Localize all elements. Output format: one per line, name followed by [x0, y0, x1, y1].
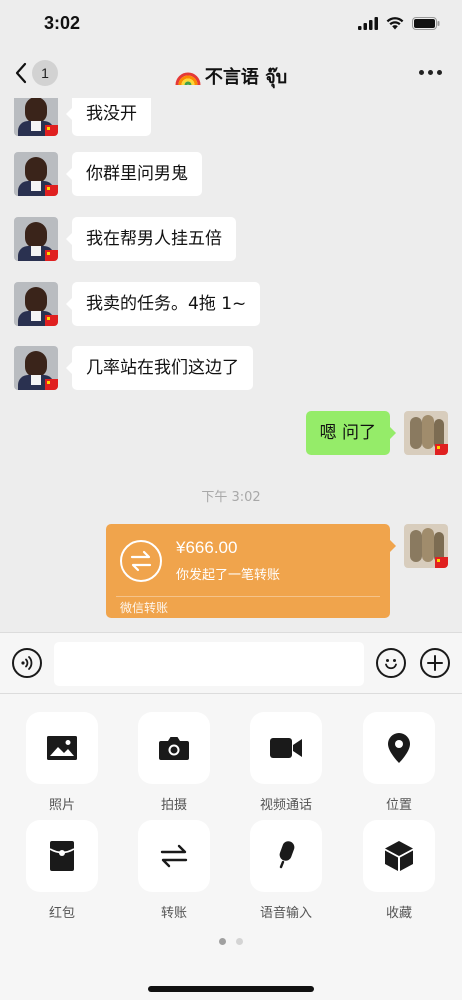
self-avatar[interactable]: [404, 411, 448, 455]
function-panel: 照片 拍摄 视频通话 位置 红包 转账 语音输入 收藏: [0, 694, 462, 1000]
page-indicator: [0, 938, 462, 945]
more-dot: [419, 70, 424, 75]
tile-video-call[interactable]: 视频通话: [236, 712, 336, 813]
tile-favorites[interactable]: 收藏: [349, 820, 449, 921]
plus-icon: [427, 655, 443, 671]
tile-voice-input[interactable]: 语音输入: [236, 820, 336, 921]
message-bubble[interactable]: 几率站在我们这边了: [66, 346, 253, 390]
image-icon: [47, 736, 77, 760]
china-flag-icon: [45, 315, 58, 326]
tile-label: 拍摄: [160, 798, 187, 813]
rainbow-icon: [175, 72, 201, 86]
china-flag-icon: [45, 250, 58, 261]
transfer-icon: [160, 844, 188, 868]
china-flag-icon: [435, 557, 448, 568]
tile-photos[interactable]: 照片: [12, 712, 112, 813]
tile-label: 语音输入: [259, 906, 312, 921]
home-indicator[interactable]: [148, 986, 314, 992]
microphone-icon: [279, 841, 295, 869]
tile-label: 转账: [160, 906, 187, 921]
status-bar: 3:02: [0, 0, 462, 50]
transfer-amount: ¥666.00: [176, 538, 238, 557]
voice-button[interactable]: [12, 648, 42, 678]
page-dot-active[interactable]: [219, 938, 226, 945]
location-icon: [388, 733, 410, 763]
transfer-description: 你发起了一笔转账: [176, 568, 281, 583]
contact-avatar[interactable]: [14, 217, 58, 261]
transfer-card[interactable]: ¥666.00 你发起了一笔转账 微信转账: [106, 524, 396, 618]
status-icons: [358, 17, 440, 30]
message-bubble[interactable]: 我卖的任务。4拖 1~: [65, 282, 261, 326]
message-input[interactable]: [54, 642, 364, 686]
signal-icon: [358, 17, 378, 30]
tile-label: 视频通话: [259, 798, 312, 813]
china-flag-icon: [435, 444, 448, 455]
contact-avatar[interactable]: [14, 152, 58, 196]
tile-label: 收藏: [385, 906, 412, 921]
china-flag-icon: [45, 379, 58, 390]
chat-title: 不言语 จุ๊บ: [0, 62, 462, 91]
message-bubble[interactable]: 你群里问男鬼: [66, 152, 202, 196]
message-bubble[interactable]: 嗯 问了: [305, 411, 397, 455]
tile-camera[interactable]: 拍摄: [124, 712, 224, 813]
voice-icon: [21, 656, 33, 670]
emoji-button[interactable]: [376, 648, 406, 678]
red-packet-icon: [49, 841, 75, 871]
message-timestamp: 下午 3:02: [201, 490, 261, 505]
wifi-icon: [386, 17, 404, 30]
battery-icon: [412, 17, 440, 30]
camera-icon: [159, 737, 189, 760]
video-call-icon: [270, 738, 302, 758]
tile-location[interactable]: 位置: [349, 712, 449, 813]
transfer-icon: [120, 540, 162, 582]
tile-label: 位置: [385, 798, 412, 813]
divider: [116, 596, 380, 597]
tile-red-packet[interactable]: 红包: [12, 820, 112, 921]
emoji-icon: [385, 659, 397, 670]
page-dot[interactable]: [236, 938, 243, 945]
more-dot: [428, 70, 433, 75]
more-options-button[interactable]: [419, 70, 442, 75]
input-bar: [0, 632, 462, 694]
tile-transfer[interactable]: 转账: [124, 820, 224, 921]
transfer-footer: 微信转账: [120, 601, 169, 615]
status-time: 3:02: [44, 13, 81, 33]
nav-bar: 1 不言语 จุ๊บ: [0, 50, 462, 98]
chat-messages[interactable]: 我没开 你群里问男鬼 我在帮男人挂五倍 我卖的任务。4拖 1~ 几率站在我们这边…: [0, 98, 462, 632]
favorites-icon: [385, 841, 413, 871]
message-bubble[interactable]: 我没开: [66, 98, 151, 136]
self-avatar[interactable]: [404, 524, 448, 568]
message-bubble[interactable]: 我在帮男人挂五倍: [66, 217, 236, 261]
china-flag-icon: [45, 185, 58, 196]
china-flag-icon: [45, 125, 58, 136]
chat-title-text: 不言语 จุ๊บ: [204, 67, 288, 88]
contact-avatar[interactable]: [14, 98, 58, 136]
tile-label: 红包: [48, 906, 75, 921]
more-dot: [437, 70, 442, 75]
contact-avatar[interactable]: [14, 282, 58, 326]
more-functions-button[interactable]: [420, 648, 450, 678]
tile-label: 照片: [48, 798, 75, 813]
contact-avatar[interactable]: [14, 346, 58, 390]
